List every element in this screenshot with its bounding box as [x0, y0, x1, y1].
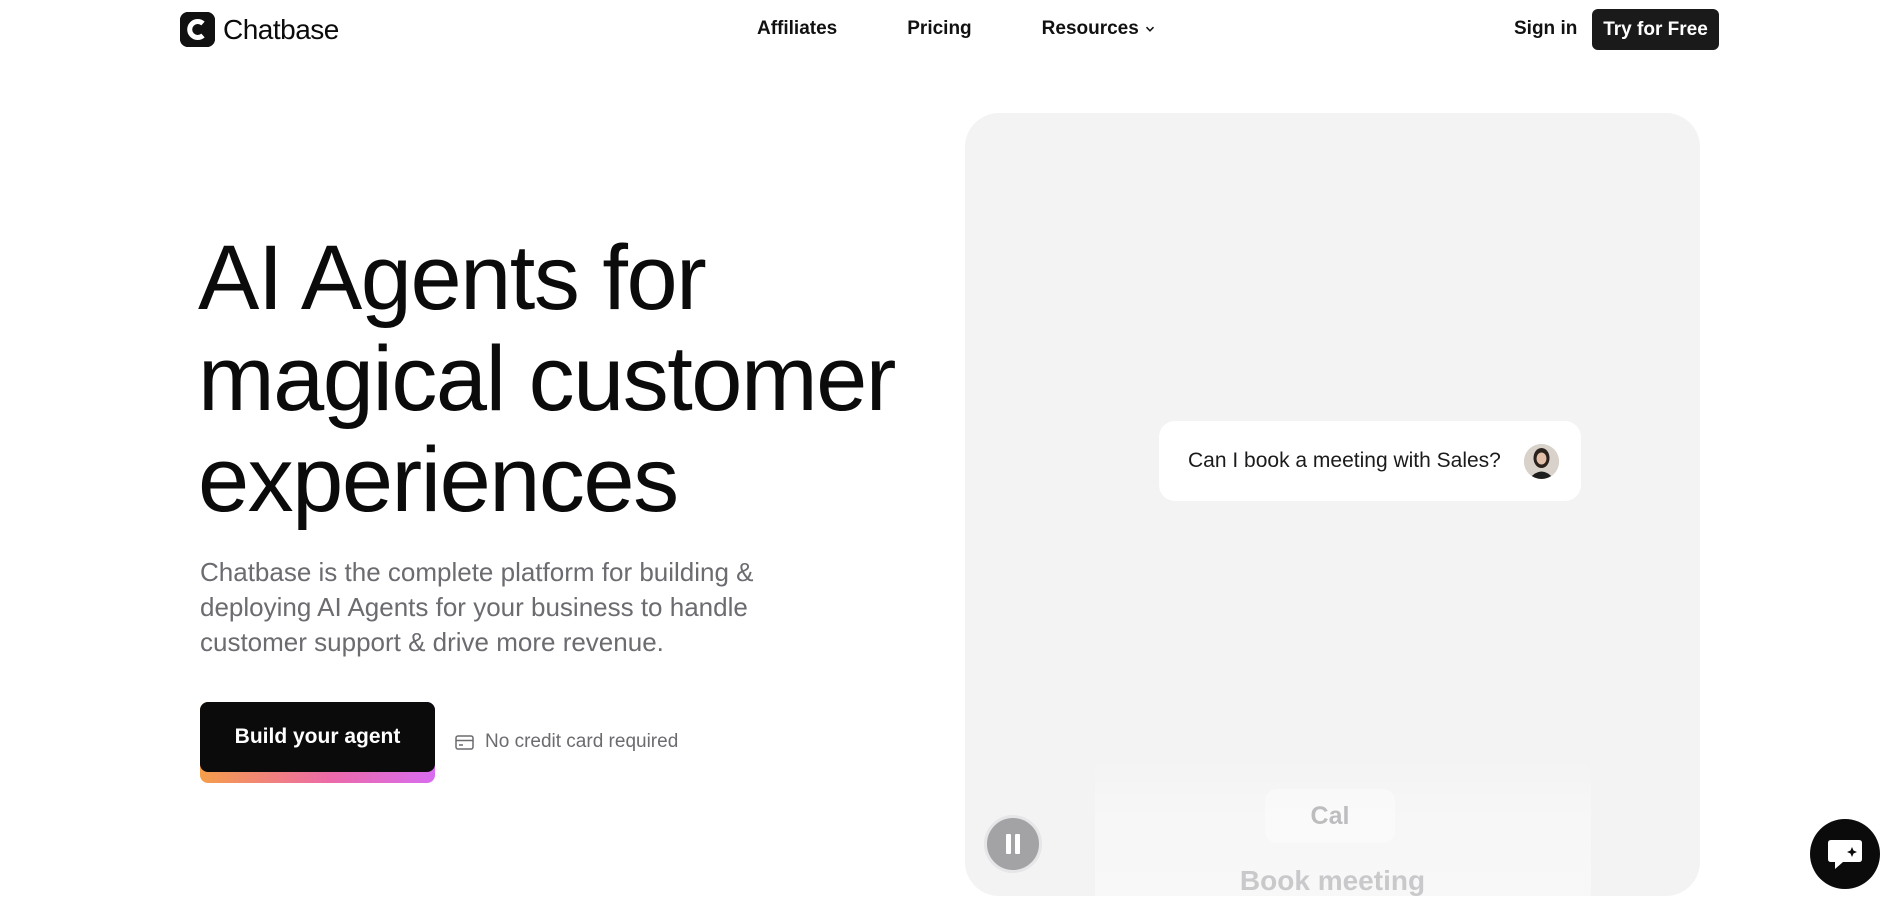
hero-subtitle: Chatbase is the complete platform for bu… [200, 555, 820, 660]
try-for-free-button[interactable]: Try for Free [1592, 9, 1719, 50]
cal-chip: Cal [1265, 789, 1395, 843]
nav-link-affiliates[interactable]: Affiliates [757, 18, 837, 40]
avatar [1524, 444, 1559, 479]
hero-subtitle-line: customer support & drive more revenue. [200, 627, 664, 657]
hero-title-line: AI Agents for [198, 227, 707, 329]
nav-link-resources[interactable]: Resources [1042, 18, 1155, 40]
hero-title-line: experiences [198, 429, 679, 531]
pause-button[interactable] [984, 815, 1042, 873]
chat-message-text: Can I book a meeting with Sales? [1188, 449, 1501, 472]
chatbase-logo-icon [180, 12, 215, 47]
demo-panel: Can I book a meeting with Sales? Cal Boo… [965, 113, 1700, 896]
chat-widget-button[interactable] [1810, 819, 1880, 889]
hero-title: AI Agents for magical customer experienc… [198, 228, 958, 531]
no-credit-card-note: No credit card required [455, 731, 678, 753]
hero-subtitle-line: deploying AI Agents for your business to… [200, 592, 748, 622]
hero-title-line: magical customer [198, 328, 896, 430]
no-credit-card-text: No credit card required [485, 731, 679, 752]
sign-in-link[interactable]: Sign in [1514, 18, 1577, 40]
user-avatar-icon [1524, 444, 1559, 479]
nav-link-pricing[interactable]: Pricing [907, 18, 971, 40]
credit-card-icon [455, 734, 474, 750]
chat-bubble-icon [1828, 840, 1862, 869]
book-meeting-label: Book meeting [1239, 865, 1426, 896]
brand-logo[interactable]: Chatbase [180, 12, 339, 47]
hero-subtitle-line: Chatbase is the complete platform for bu… [200, 557, 754, 587]
pause-icon [1006, 834, 1020, 854]
build-agent-label: Build your agent [200, 702, 435, 772]
top-nav: Chatbase Affiliates Pricing Resources Si… [0, 0, 1894, 62]
chat-message-bubble: Can I book a meeting with Sales? [1159, 421, 1581, 501]
chevron-down-icon [1145, 26, 1154, 32]
build-agent-button[interactable]: Build your agent [200, 702, 435, 783]
nav-links: Affiliates Pricing Resources [757, 18, 1155, 40]
brand-name: Chatbase [223, 13, 339, 45]
